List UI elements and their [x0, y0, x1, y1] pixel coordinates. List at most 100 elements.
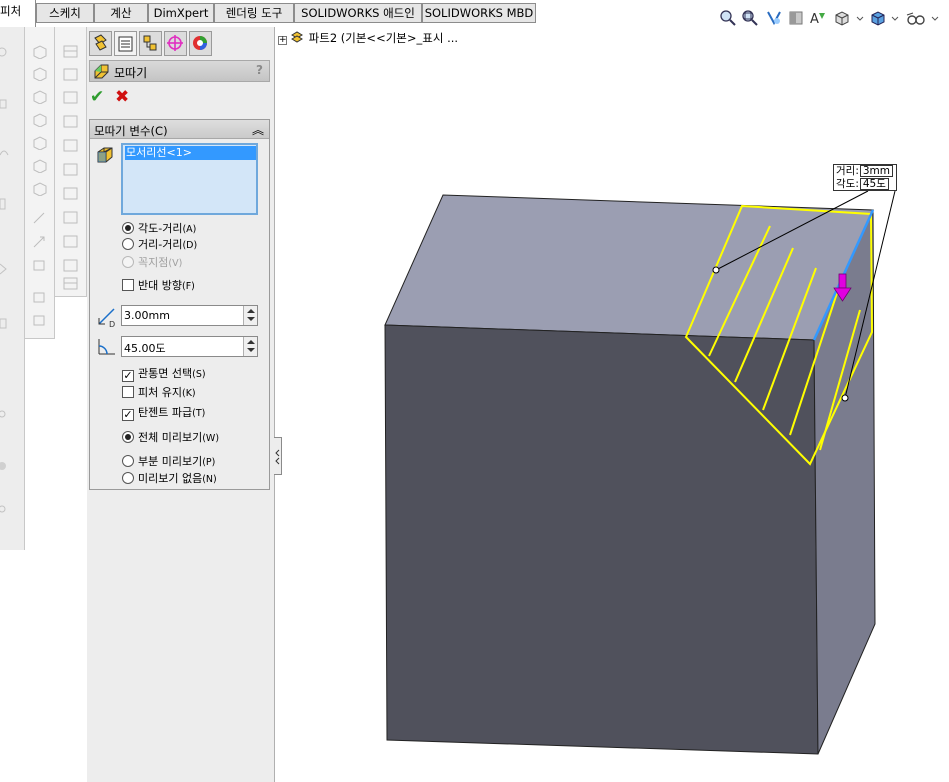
hole-icon[interactable] — [0, 407, 16, 421]
full-preview-radio[interactable]: 전체 미리보기(W) — [122, 430, 219, 446]
revolve-icon[interactable] — [0, 97, 16, 111]
swept-boss-icon[interactable] — [32, 90, 48, 104]
flip-direction-checkbox[interactable]: 반대 방향(F) — [122, 278, 195, 294]
angle-input[interactable]: 45.00도 — [121, 336, 258, 357]
view-orientation-icon[interactable] — [869, 9, 887, 27]
panel-collapse-handle[interactable] — [274, 437, 282, 475]
group-title: 모따기 변수(C) — [94, 124, 168, 138]
fillet-icon[interactable] — [63, 45, 79, 59]
command-manager-tabs: 피처 스케치 계산 DimXpert 렌더링 도구 SOLIDWORKS 애드인… — [0, 0, 949, 27]
property-manager-tab[interactable] — [114, 31, 137, 56]
pattern-icon[interactable] — [32, 314, 48, 328]
sweep-icon[interactable] — [0, 145, 16, 159]
tab-sketch[interactable]: 스케치 — [36, 3, 94, 23]
no-preview-radio[interactable]: 미리보기 없음(N) — [122, 471, 217, 487]
dynamic-annotation-icon[interactable]: A — [809, 9, 827, 27]
shell-tool-icon[interactable] — [63, 115, 79, 129]
lofted-boss-icon[interactable] — [32, 113, 48, 127]
angle-icon — [98, 339, 115, 355]
expand-icon[interactable]: + — [278, 36, 287, 45]
zoom-to-fit-icon[interactable] — [719, 9, 737, 27]
delete-body-icon[interactable] — [63, 259, 79, 273]
hide-show-items-icon[interactable] — [905, 9, 927, 27]
draft-icon[interactable] — [63, 91, 79, 105]
display-style-icon[interactable] — [833, 9, 851, 27]
pm-title-bar: 모따기 ? — [89, 60, 270, 82]
selected-edge[interactable] — [812, 209, 875, 341]
feature-manager-icon — [94, 34, 107, 51]
boundary-boss-icon[interactable] — [32, 136, 48, 150]
group-header[interactable]: 모따기 변수(C) ︽ — [90, 120, 269, 139]
split-icon[interactable] — [63, 211, 79, 225]
angle-distance-radio[interactable]: 각도-거리(A) — [122, 221, 196, 237]
part-name: 파트2 (기본<<기본>_표시 ... — [308, 31, 459, 45]
cut-revolve-icon[interactable] — [32, 182, 48, 196]
section-view-icon[interactable] — [787, 9, 805, 27]
chevron-down-icon[interactable] — [890, 9, 900, 27]
chevron-down-icon[interactable] — [855, 9, 865, 27]
select-through-faces-checkbox[interactable]: ✓ 관통면 선택(S) — [122, 366, 206, 382]
instant3d-icon[interactable] — [32, 235, 48, 249]
curve-icon[interactable] — [32, 211, 48, 225]
tab-solidworks-mbd[interactable]: SOLIDWORKS MBD — [422, 3, 536, 23]
display-manager-tab[interactable] — [189, 31, 212, 56]
tab-dimxpert[interactable]: DimXpert — [148, 3, 214, 23]
chamfer-icon — [94, 64, 109, 79]
tab-evaluate[interactable]: 계산 — [94, 3, 148, 23]
direction-arrow[interactable] — [833, 273, 852, 302]
chevron-down-icon[interactable] — [930, 9, 940, 27]
box-front-face[interactable] — [384, 324, 819, 755]
boss-extrude-icon[interactable] — [32, 45, 48, 59]
keep-features-checkbox[interactable]: 피처 유지(K) — [122, 385, 196, 401]
angle-spin-buttons[interactable] — [243, 337, 257, 356]
tangent-propagation-checkbox[interactable]: ✓ 탄젠트 파급(T) — [122, 405, 205, 421]
feature-manager-tab[interactable] — [89, 31, 112, 56]
rib-icon[interactable] — [0, 502, 16, 516]
distance-distance-radio[interactable]: 거리-거리(D) — [122, 237, 197, 253]
help-icon[interactable]: ? — [256, 63, 263, 77]
reference-geometry-icon[interactable] — [32, 259, 48, 273]
dome-icon[interactable] — [63, 187, 79, 201]
extrude-icon[interactable] — [0, 45, 16, 59]
property-manager-panel: 모따기 ? ✔ ✖ 모따기 변수(C) ︽ 모서리선<1> 각도-거리(A) 거… — [87, 27, 275, 782]
cut-icon[interactable] — [0, 317, 16, 331]
boss-revolve-icon[interactable] — [32, 67, 48, 81]
partial-preview-radio[interactable]: 부분 미리보기(P) — [122, 454, 215, 470]
selected-edge-item[interactable]: 모서리선<1> — [125, 146, 256, 160]
checkbox-indicator — [122, 279, 134, 291]
configuration-manager-tab[interactable] — [139, 31, 162, 56]
cut-extrude-icon[interactable] — [32, 159, 48, 173]
chamfer-tool-icon[interactable] — [63, 68, 79, 82]
box-right-face[interactable] — [813, 209, 876, 755]
zoom-area-icon[interactable] — [741, 9, 759, 27]
tab-render-tools[interactable]: 렌더링 도구 — [214, 3, 294, 23]
tab-solidworks-addins[interactable]: SOLIDWORKS 애드인 — [294, 3, 422, 23]
radio-indicator — [122, 472, 134, 484]
mirror-icon[interactable] — [32, 291, 48, 305]
dimxpert-manager-tab[interactable] — [164, 31, 187, 56]
ok-button[interactable]: ✔ — [90, 88, 106, 106]
move-face-icon[interactable] — [63, 235, 79, 249]
collapse-icon[interactable]: ︽ — [252, 121, 264, 138]
box-top-face[interactable] — [384, 194, 874, 341]
angle-callout-value[interactable]: 45도 — [859, 178, 889, 190]
intersect-icon[interactable] — [63, 163, 79, 177]
cancel-button[interactable]: ✖ — [115, 88, 131, 106]
distance-spin-buttons[interactable] — [243, 306, 257, 325]
chevron-left-icon — [275, 449, 280, 465]
feature-tree-root[interactable]: + 파트2 (기본<<기본>_표시 ... — [278, 30, 458, 46]
loft-icon[interactable] — [0, 197, 16, 211]
table-icon[interactable] — [63, 277, 79, 291]
previous-view-icon[interactable] — [765, 9, 783, 27]
distance-callout-value[interactable]: 3mm — [859, 165, 893, 177]
radio-indicator — [122, 238, 134, 250]
distance-input[interactable]: 3.00mm — [121, 305, 258, 326]
wrap-icon[interactable] — [63, 139, 79, 153]
edge-selection-icon — [97, 147, 113, 163]
shell-icon[interactable] — [0, 459, 16, 473]
chamfer-dimension-callout[interactable]: 거리: 3mm 각도: 45도 — [833, 164, 897, 191]
leader-anchor — [712, 266, 720, 274]
tab-features[interactable]: 피처 — [0, 0, 36, 27]
edge-selection-list[interactable]: 모서리선<1> — [121, 143, 258, 215]
boundary-icon[interactable] — [0, 262, 16, 276]
